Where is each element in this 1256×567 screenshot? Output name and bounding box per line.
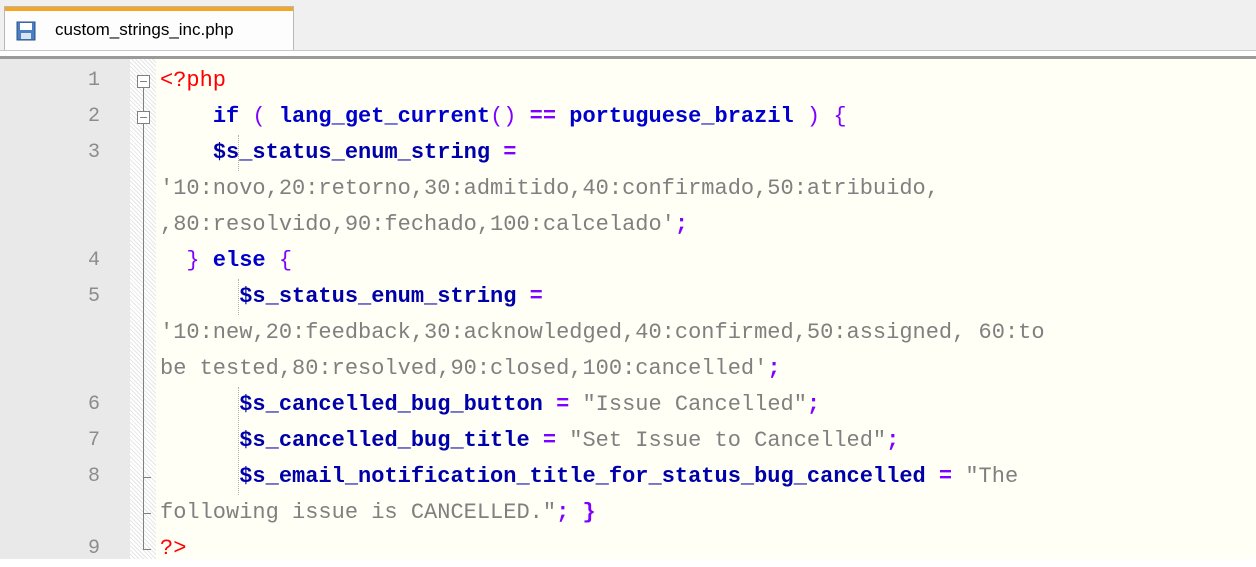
code-line-8: $s_email_notification_title_for_status_b…: [160, 459, 1018, 495]
string-literal: '10:novo,20:retorno,30:admitido,40:confi…: [160, 176, 939, 201]
operator: ==: [516, 104, 570, 129]
operator: =: [925, 464, 966, 489]
fold-toggle-if-block[interactable]: [137, 111, 150, 124]
semicolon: ;: [674, 212, 689, 237]
code-line-9: ?>: [160, 531, 186, 567]
line-number: 8: [87, 465, 100, 488]
variable: $s_cancelled_bug_button: [239, 392, 543, 417]
keyword-else: else: [199, 248, 266, 273]
punctuation: (: [239, 104, 279, 129]
function-name: lang_get_current: [278, 104, 491, 129]
code-line-7: $s_cancelled_bug_title = "Set Issue to C…: [160, 423, 899, 459]
code-line-5-wrap-2: be tested,80:resolved,90:closed,100:canc…: [160, 351, 781, 387]
active-tab-indicator: [5, 7, 293, 11]
code-line-3-wrap-1: '10:novo,20:retorno,30:admitido,40:confi…: [160, 171, 939, 207]
semicolon: ;: [806, 392, 821, 417]
opening-brace: {: [265, 248, 293, 273]
line-number: 2: [87, 105, 100, 128]
php-open-tag: <?php: [160, 68, 227, 93]
operator: =: [542, 392, 583, 417]
line-number: 4: [87, 249, 100, 272]
variable: $s_email_notification_title_for_status_b…: [239, 464, 926, 489]
line-number: 5: [87, 285, 100, 308]
string-literal: be tested,80:resolved,90:closed,100:canc…: [160, 356, 768, 381]
fold-line: [143, 124, 144, 550]
identifier: portuguese_brazil: [569, 104, 794, 129]
fold-line: [143, 88, 144, 111]
save-file-icon: [16, 21, 36, 41]
fold-line-end: [143, 513, 151, 514]
code-line-8-wrap-1: following issue is CANCELLED."; }: [160, 495, 596, 531]
line-number: 9: [87, 537, 100, 560]
code-line-1: <?php: [160, 63, 226, 99]
fold-line-end: [143, 549, 151, 550]
line-number: 1: [87, 69, 100, 92]
operator: =: [516, 284, 543, 309]
tab-custom-strings-inc[interactable]: custom_strings_inc.php: [4, 6, 294, 50]
line-number: 3: [87, 141, 100, 164]
string-literal: "The: [965, 464, 1019, 489]
line-number: 7: [87, 429, 100, 452]
fold-line-end: [143, 477, 151, 478]
variable: $s_status_enum_string: [212, 140, 491, 165]
punctuation: ) {: [793, 104, 847, 129]
string-literal: '10:new,20:feedback,30:acknowledged,40:c…: [160, 320, 1045, 345]
code-line-3-wrap-2: ,80:resolvido,90:fechado,100:calcelado';: [160, 207, 688, 243]
operator: =: [490, 140, 517, 165]
string-literal: "Issue Cancelled": [582, 392, 807, 417]
code-line-2: if ( lang_get_current() == portuguese_br…: [160, 99, 847, 135]
code-line-6: $s_cancelled_bug_button = "Issue Cancell…: [160, 387, 820, 423]
semicolon: ;: [886, 428, 900, 453]
semicolon-brace: ; }: [556, 500, 596, 525]
code-line-3: $s_status_enum_string =: [160, 135, 517, 171]
string-literal: ,80:resolvido,90:fechado,100:calcelado': [160, 212, 675, 237]
semicolon: ;: [767, 356, 781, 381]
code-line-5: $s_status_enum_string =: [160, 279, 543, 315]
closing-brace: }: [186, 248, 200, 273]
variable: $s_cancelled_bug_title: [239, 428, 530, 453]
line-number: 6: [87, 393, 100, 416]
fold-toggle-php-block[interactable]: [137, 75, 150, 88]
tab-bar: custom_strings_inc.php: [0, 0, 1256, 51]
punctuation: (): [490, 104, 517, 129]
operator: =: [529, 428, 570, 453]
code-editor[interactable]: 1 2 3 4 5 6 7 8 9 <?php if ( lang_get_cu…: [0, 56, 1256, 561]
string-literal: "Set Issue to Cancelled": [569, 428, 887, 453]
keyword-if: if: [212, 104, 240, 129]
string-literal: following issue is CANCELLED.": [160, 500, 557, 525]
variable: $s_status_enum_string: [239, 284, 517, 309]
php-close-tag: ?>: [160, 536, 187, 561]
code-line-4: } else {: [160, 243, 292, 279]
tab-label: custom_strings_inc.php: [55, 20, 234, 39]
code-line-5-wrap-1: '10:new,20:feedback,30:acknowledged,40:c…: [160, 315, 1045, 351]
